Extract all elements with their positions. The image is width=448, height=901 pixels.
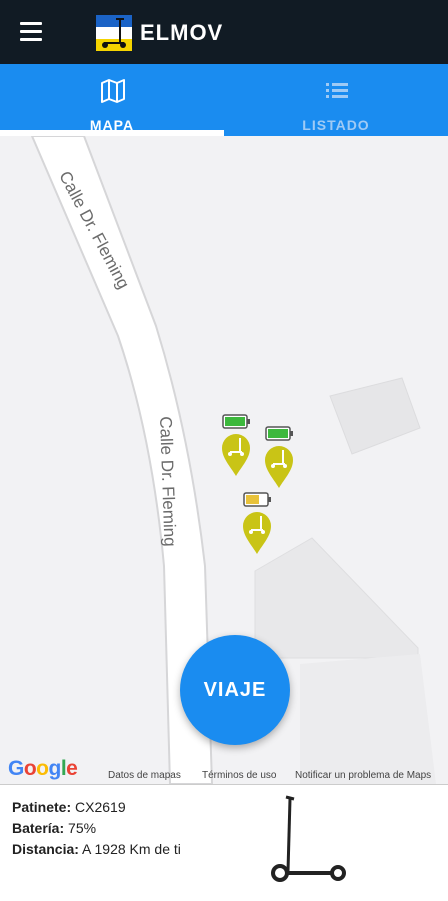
menu-button[interactable] bbox=[20, 22, 44, 42]
tab-listado[interactable]: LISTADO bbox=[224, 64, 448, 136]
map-data-link[interactable]: Datos de mapas bbox=[108, 770, 181, 781]
hamburger-icon bbox=[20, 22, 42, 25]
bateria-row: Batería: 75% bbox=[12, 820, 96, 836]
scooter-pin-icon[interactable] bbox=[263, 424, 295, 496]
tab-bar: MAPA LISTADO bbox=[0, 64, 448, 136]
google-logo: Google bbox=[8, 757, 78, 780]
bateria-label: Batería: bbox=[12, 820, 65, 836]
scooter-flag-logo bbox=[96, 15, 132, 51]
distancia-label: Distancia: bbox=[12, 841, 79, 857]
report-problem-link[interactable]: Notificar un problema de Maps bbox=[295, 770, 431, 781]
electric-scooter-image bbox=[271, 795, 346, 882]
terms-link[interactable]: Términos de uso bbox=[202, 770, 276, 781]
tab-mapa[interactable]: MAPA bbox=[0, 64, 224, 136]
patinete-row: Patinete: CX2619 bbox=[12, 799, 126, 815]
tab-listado-label: LISTADO bbox=[302, 117, 370, 133]
list-icon bbox=[326, 83, 348, 98]
scooter-pin-icon[interactable] bbox=[220, 412, 252, 484]
map-icon bbox=[101, 79, 125, 103]
patinete-value: CX2619 bbox=[75, 799, 126, 815]
scooter-pin-icon[interactable] bbox=[241, 490, 273, 562]
patinete-label: Patinete: bbox=[12, 799, 72, 815]
app-bar: ELMOV bbox=[0, 0, 448, 64]
distancia-row: Distancia: A 1928 Km de ti bbox=[12, 841, 181, 857]
hamburger-icon-line bbox=[20, 38, 42, 41]
scooter-info-panel: Patinete: CX2619 Batería: 75% Distancia:… bbox=[0, 784, 448, 901]
viaje-button[interactable]: VIAJE bbox=[180, 635, 290, 745]
app-title: ELMOV bbox=[140, 20, 224, 45]
hamburger-icon-line bbox=[20, 30, 42, 33]
distancia-value: A 1928 Km de ti bbox=[82, 841, 181, 857]
bateria-value: 75% bbox=[68, 820, 97, 836]
